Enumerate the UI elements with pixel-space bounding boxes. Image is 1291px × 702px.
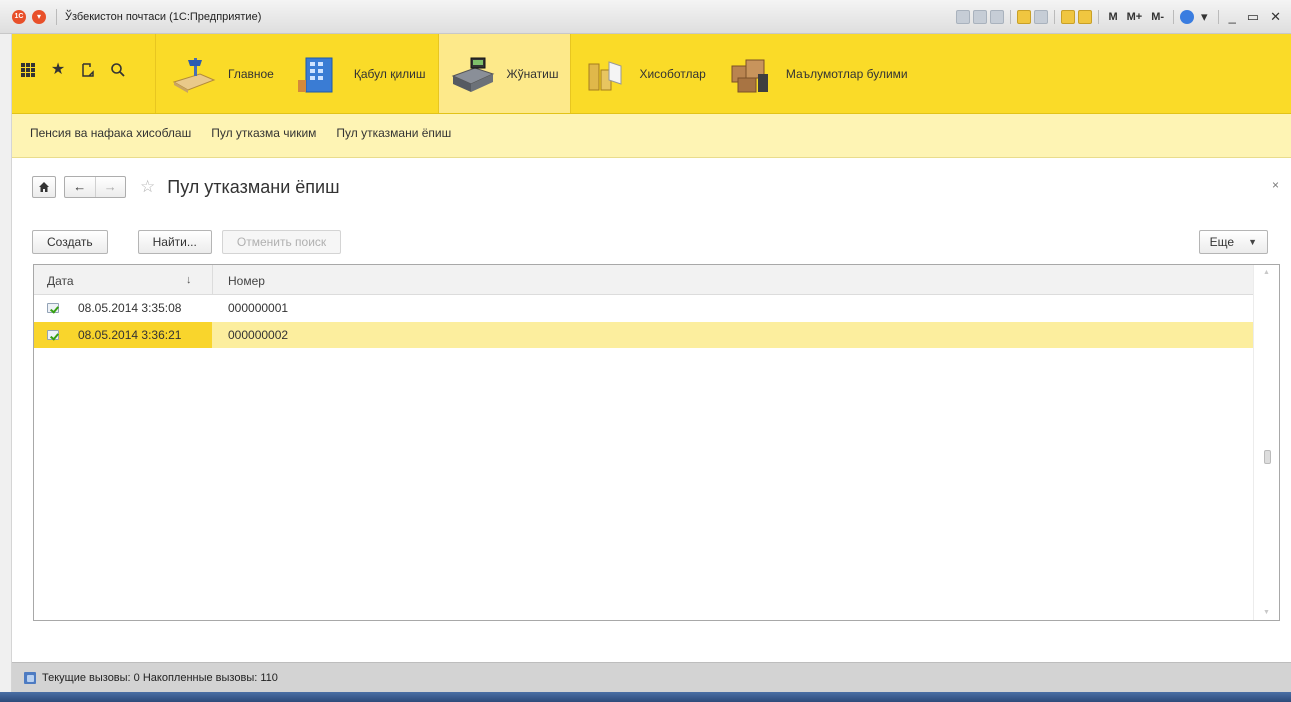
form-toolbar: Создать Найти... Отменить поиск [32,230,342,254]
minimize-button[interactable]: _ [1225,10,1240,24]
more-button[interactable]: Еще ▼ [1198,230,1268,254]
scroll-down-icon[interactable]: ▼ [1263,609,1270,616]
date-cell[interactable]: 08.05.2014 3:36:21 [34,322,212,348]
more-label: Еще [1209,235,1235,249]
sub-navigation: Пенсия ва нафака хисоблаш Пул утказма чи… [12,114,1291,158]
row-number: 000000001 [228,301,289,315]
history-icon[interactable] [80,62,96,78]
title-separator [56,9,57,25]
section-label: Хисоботлар [639,66,706,81]
subnav-link-pension[interactable]: Пенсия ва нафака хисоблаш [30,126,191,140]
chevron-down-icon: ▼ [1248,237,1257,247]
section-main[interactable]: Главное [160,34,286,113]
favorites-star-icon[interactable]: ★ [50,62,66,78]
form-area: ← → ☆ Пул утказмани ёпиш × Создать Найти… [12,158,1291,662]
row-number: 000000002 [228,328,289,342]
subnav-link-transfer-out[interactable]: Пул утказма чиким [211,126,316,140]
history-nav: ← → [64,176,126,198]
search-icon[interactable] [110,62,126,78]
left-edge [0,34,12,692]
favorites-icon[interactable] [1017,10,1032,24]
column-header-date[interactable]: Дата [47,274,74,288]
toolbar-separator [1054,10,1056,24]
page-title: Пул утказмани ёпиш [167,176,340,197]
row-date: 08.05.2014 3:36:21 [78,328,182,342]
section-label: Главное [228,66,274,81]
posted-document-icon [47,330,59,340]
section-reports[interactable]: Хисоботлар [571,34,717,113]
subnav-link-transfer-close[interactable]: Пул утказмани ёпиш [336,126,451,140]
status-bar: Текущие вызовы: 0 Накопленные вызовы: 11… [12,662,1291,692]
os-taskbar [0,692,1291,702]
home-desk-icon [170,54,216,94]
create-button[interactable]: Создать [32,230,108,254]
find-button[interactable]: Найти... [137,230,212,254]
coins-icon [581,54,627,94]
info-dropdown-icon[interactable]: ▾ [1197,10,1212,24]
table-row[interactable]: 08.05.2014 3:35:08 000000001 [34,295,1253,321]
home-icon [39,182,49,192]
link-icon[interactable] [1034,10,1049,24]
info-icon[interactable] [1180,10,1195,24]
nav-separator [155,34,156,113]
column-header-number[interactable]: Номер [228,274,265,288]
building-icon [296,54,342,94]
preview-icon[interactable] [990,10,1005,24]
scroll-thumb[interactable] [1264,450,1271,464]
main-menu-icon[interactable]: ▾ [32,10,46,24]
memory-add-button[interactable]: M+ [1124,11,1146,23]
toolbar-separator [1217,10,1219,24]
document-list: Дата ↓ Номер 08.05.2014 3:35:08 00000000… [33,264,1280,621]
form-header: ← → ☆ Пул утказмани ёпиш [32,176,340,198]
server-calls-icon [24,672,36,684]
row-date: 08.05.2014 3:35:08 [78,301,182,315]
maximize-button[interactable]: ▭ [1243,10,1263,24]
close-window-button[interactable]: ✕ [1266,10,1285,24]
cancel-search-button[interactable]: Отменить поиск [221,230,342,254]
calculator-icon[interactable] [1061,10,1076,24]
title-bar: 1С ▾ Ўзбекистон почтаси (1С:Предприятие)… [0,0,1291,34]
sort-desc-icon[interactable]: ↓ [186,274,192,286]
window-title: Ўзбекистон почтаси (1С:Предприятие) [65,11,262,23]
table-header: Дата ↓ Номер [34,265,1253,295]
print-icon[interactable] [973,10,988,24]
memory-subtract-button[interactable]: M- [1148,11,1167,23]
section-panel: ★ Главное Қабул қилиш Жўнатиш Хисоботлар… [12,34,1291,114]
cash-register-icon [449,54,495,94]
section-label: Жўнатиш [506,66,559,81]
forward-button[interactable]: → [96,177,126,197]
title-toolbar: M M+ M- ▾ _ ▭ ✕ [956,8,1285,26]
section-list: Главное Қабул қилиш Жўнатиш Хисоботлар М… [160,34,920,113]
section-receiving[interactable]: Қабул қилиш [286,34,438,113]
toolbar-separator [1173,10,1175,24]
calendar-icon[interactable] [1078,10,1093,24]
section-label: Маълумотлар булими [785,66,908,81]
home-button[interactable] [32,176,56,198]
scroll-up-icon[interactable]: ▲ [1263,269,1270,276]
posted-document-icon [47,303,59,313]
column-divider[interactable] [212,265,213,294]
status-text: Текущие вызовы: 0 Накопленные вызовы: 11… [42,672,278,684]
quick-icons: ★ [20,62,126,78]
boxes-icon [728,54,774,94]
close-form-button[interactable]: × [1272,178,1279,192]
subnav-list: Пенсия ва нафака хисоблаш Пул утказма чи… [30,126,451,140]
toolbar-separator [1098,10,1100,24]
section-data[interactable]: Маълумотлар булими [718,34,920,113]
memory-button[interactable]: M [1105,11,1120,23]
vertical-scrollbar[interactable]: ▲ ▼ [1253,265,1279,620]
favorite-star-icon[interactable]: ☆ [140,177,155,197]
section-sending[interactable]: Жўнатиш [437,34,572,113]
app-logo-icon[interactable]: 1С [12,10,26,24]
toolbar-separator [1010,10,1012,24]
back-button[interactable]: ← [65,177,96,197]
date-cell[interactable]: 08.05.2014 3:35:08 [34,295,212,321]
table-row-selected[interactable]: 08.05.2014 3:36:21 000000002 [34,322,1253,348]
section-label: Қабул қилиш [353,66,426,81]
save-icon[interactable] [956,10,971,24]
apps-grid-icon[interactable] [20,62,36,78]
